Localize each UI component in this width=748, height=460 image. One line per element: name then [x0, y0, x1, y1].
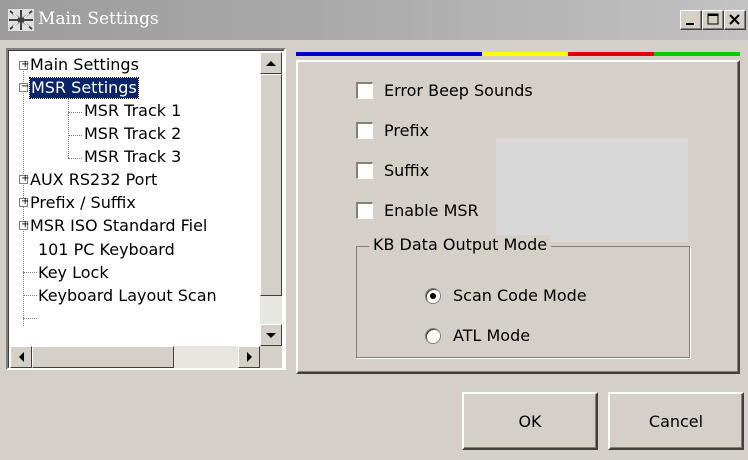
msr-settings-panel: Error Beep Sounds Prefix Suffix Enable M… [296, 60, 740, 374]
tree-item-msr-settings[interactable]: MSR Settings [29, 77, 139, 99]
prefix-checkbox[interactable] [356, 122, 373, 139]
vertical-scrollbar[interactable] [260, 52, 282, 346]
scroll-left-button[interactable] [10, 346, 32, 368]
tree-item-101-pc-keyboard[interactable]: 101 PC Keyboard [38, 240, 175, 260]
ok-button[interactable]: OK [462, 392, 598, 450]
window-title: Main Settings [38, 9, 159, 29]
group-label: KB Data Output Mode [369, 235, 552, 254]
app-icon [8, 9, 34, 31]
arrow-left-icon [19, 352, 24, 362]
minimize-button[interactable] [680, 10, 702, 30]
color-strip-green [654, 52, 740, 56]
expand-icon[interactable]: + [19, 60, 29, 70]
close-button[interactable] [724, 10, 746, 30]
tree-item-msr-track-3[interactable]: MSR Track 3 [84, 147, 181, 167]
tree-item-msr-track-1[interactable]: MSR Track 1 [84, 101, 181, 121]
scan-code-mode-radio[interactable] [425, 288, 441, 304]
arrow-down-icon [266, 333, 276, 338]
radio-label: ATL Mode [453, 326, 531, 345]
scroll-corner [260, 346, 282, 368]
collapse-icon[interactable]: − [19, 82, 29, 92]
hscroll-thumb[interactable] [32, 346, 174, 368]
maximize-icon [707, 13, 719, 25]
tree-connector [68, 112, 82, 113]
enable-msr-checkbox[interactable] [356, 202, 373, 219]
scroll-up-button[interactable] [260, 52, 282, 74]
tree-connector [68, 92, 69, 158]
tree-connector [68, 158, 82, 159]
radio-label: Scan Code Mode [453, 286, 587, 305]
error-beep-sounds-checkbox[interactable] [356, 82, 373, 99]
main-settings-window: Main Settings + Main Settings − MSR Sett… [0, 0, 748, 460]
tree-item-key-lock[interactable]: Key Lock [38, 263, 109, 283]
scroll-right-button[interactable] [238, 346, 260, 368]
settings-tree[interactable]: + Main Settings − MSR Settings MSR Track… [6, 48, 286, 370]
radio-selected-dot [430, 293, 436, 299]
title-bar[interactable]: Main Settings [0, 0, 748, 40]
expand-icon[interactable]: + [19, 197, 29, 207]
kb-data-output-mode-group: KB Data Output Mode Scan Code Mode ATL M… [356, 235, 690, 358]
expand-icon[interactable]: + [19, 174, 29, 184]
blank-area [496, 138, 688, 242]
arrow-up-icon [266, 61, 276, 66]
tree-item-aux-rs232-port[interactable]: AUX RS232 Port [30, 170, 157, 190]
tree-item-keyboard-layout-scan[interactable]: Keyboard Layout Scan [38, 286, 217, 306]
minimize-icon [686, 23, 694, 25]
close-icon [729, 14, 740, 25]
atl-mode-radio[interactable] [425, 328, 441, 344]
checkbox-label: Error Beep Sounds [384, 81, 533, 100]
arrow-right-icon [247, 352, 252, 362]
tree-item-msr-iso-standard[interactable]: MSR ISO Standard Fiel [30, 216, 207, 236]
suffix-checkbox[interactable] [356, 162, 373, 179]
maximize-button[interactable] [702, 10, 724, 30]
scroll-down-button[interactable] [260, 324, 282, 346]
horizontal-scrollbar[interactable] [10, 346, 260, 368]
color-strip-yellow [482, 52, 568, 56]
expand-icon[interactable]: + [19, 220, 29, 230]
tree-connector [68, 135, 82, 136]
tree-connector [23, 318, 37, 319]
checkbox-label: Enable MSR [384, 201, 479, 220]
checkbox-label: Prefix [384, 121, 429, 140]
checkbox-label: Suffix [384, 161, 430, 180]
tree-item-msr-track-2[interactable]: MSR Track 2 [84, 124, 181, 144]
color-strip-red [568, 52, 654, 56]
tree-connector [23, 272, 37, 273]
cancel-button[interactable]: Cancel [608, 392, 744, 450]
tree-item-main-settings[interactable]: Main Settings [30, 55, 139, 75]
tree-connector [23, 295, 37, 296]
color-strip-blue [296, 52, 482, 56]
tree-item-prefix-suffix[interactable]: Prefix / Suffix [30, 193, 136, 213]
scroll-thumb[interactable] [260, 74, 282, 296]
